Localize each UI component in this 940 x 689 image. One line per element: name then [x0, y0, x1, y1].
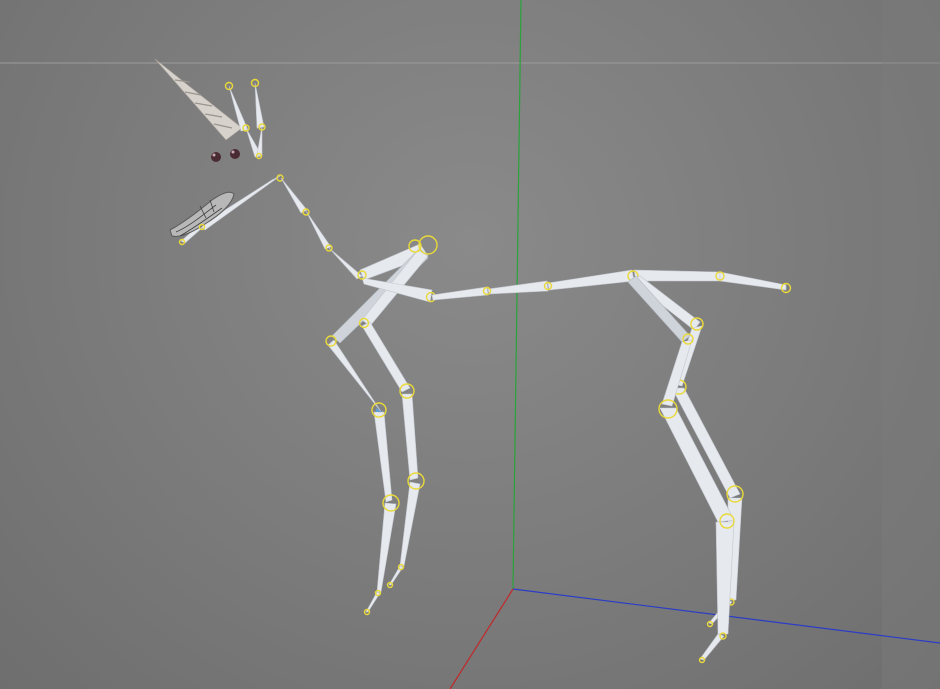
- front-right-lower-bone[interactable]: [401, 393, 419, 481]
- front-left-upper-bone[interactable]: [327, 339, 383, 414]
- neck-bone-3[interactable]: [328, 247, 363, 280]
- neck-bone-2[interactable]: [305, 210, 332, 250]
- front-right-cannon-bone[interactable]: [399, 481, 421, 567]
- chest-rig[interactable]: [331, 235, 438, 344]
- eye-right-highlight: [231, 150, 235, 154]
- spine-rig[interactable]: [431, 269, 792, 301]
- eye-left-icon: [211, 152, 221, 162]
- viewport-canvas[interactable]: [0, 0, 940, 689]
- 3d-viewport[interactable]: [0, 0, 940, 689]
- spine-bone-1[interactable]: [431, 286, 489, 301]
- spine-bone-2[interactable]: [487, 280, 549, 295]
- front-right-upper-bone[interactable]: [361, 321, 411, 393]
- neck-rig[interactable]: [280, 177, 363, 280]
- eye-left-highlight: [212, 153, 216, 157]
- front-leg-left-rig[interactable]: [325, 335, 400, 616]
- horn-icon: [154, 58, 243, 141]
- spine-bone-3[interactable]: [547, 269, 635, 291]
- eye-right-icon: [230, 149, 240, 159]
- tail-bone-2[interactable]: [719, 271, 787, 291]
- tail-bone-1[interactable]: [633, 269, 721, 282]
- neck-bone-1[interactable]: [280, 177, 308, 214]
- front-leg-right-rig[interactable]: [358, 317, 425, 589]
- shoulder-joint-outer[interactable]: [418, 235, 438, 255]
- front-left-lower-bone[interactable]: [373, 411, 393, 503]
- viewport-right-band: [882, 0, 940, 689]
- x-axis-line: [449, 588, 514, 689]
- head-rig[interactable]: [154, 58, 284, 246]
- ear-right-bone[interactable]: [254, 82, 265, 129]
- y-axis-line: [512, 0, 522, 590]
